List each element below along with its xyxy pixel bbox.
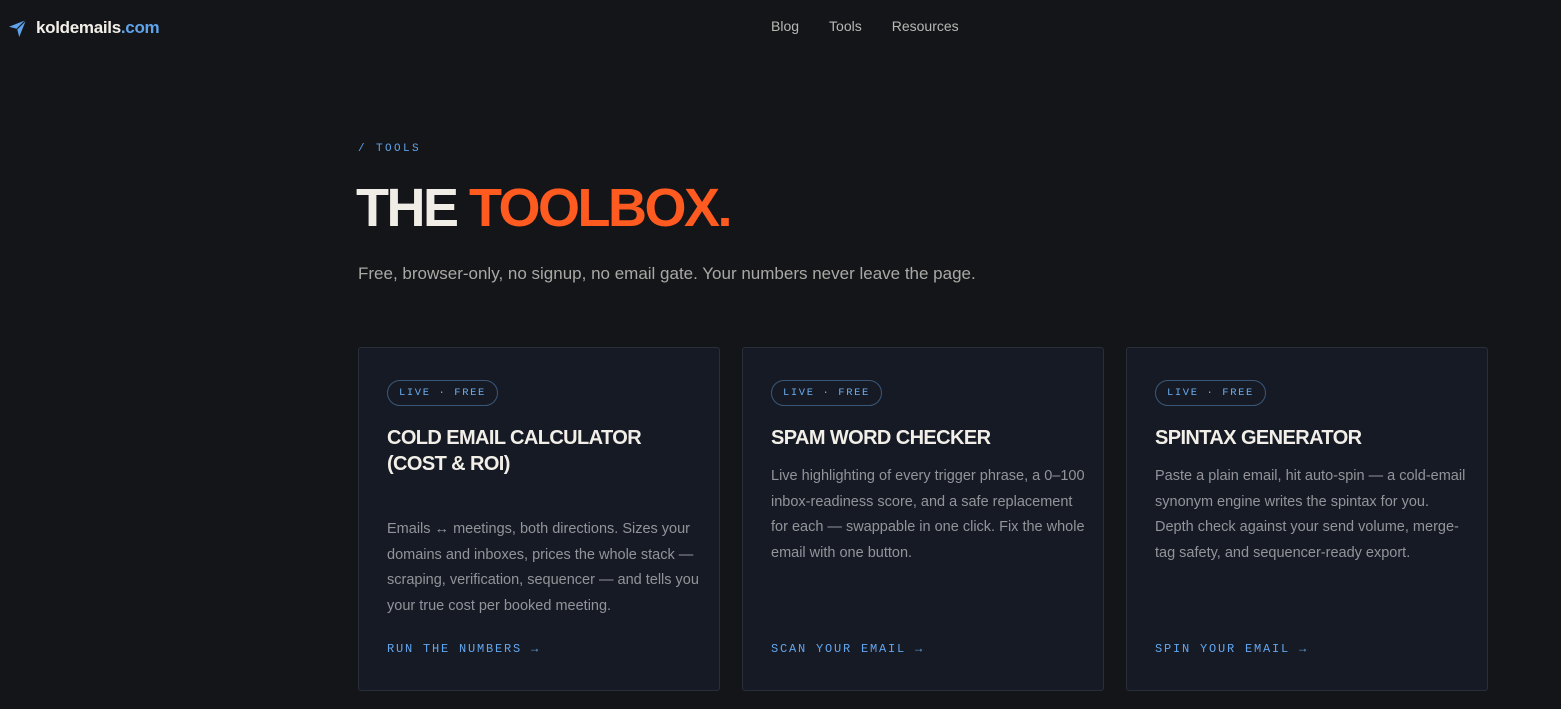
nav-item-blog[interactable]: Blog (771, 18, 799, 34)
card-description: Paste a plain email, hit auto-spin — a c… (1155, 468, 1466, 561)
card-description: Live highlighting of every trigger phras… (771, 468, 1085, 561)
page-title: THE TOOLBOX. (356, 178, 733, 238)
page-title-part1: THE (356, 178, 459, 238)
status-badge: LIVE · FREE (771, 380, 882, 406)
logo-name: koldemails (36, 18, 121, 37)
tool-card-cold-email-calculator[interactable]: LIVE · FREE COLD EMAIL CALCULATOR (COST … (358, 347, 720, 691)
main-nav: Blog Tools Resources (771, 18, 959, 34)
logo-text: koldemails.com (36, 18, 160, 38)
logo-tld: .com (120, 18, 160, 37)
tool-card-spam-word-checker[interactable]: LIVE · FREE SPAM WORD CHECKER Live highl… (742, 347, 1104, 691)
nav-item-resources[interactable]: Resources (892, 18, 959, 34)
tool-card-spintax-generator[interactable]: LIVE · FREE SPINTAX GENERATOR Paste a pl… (1126, 347, 1488, 691)
spin-your-email-link[interactable]: SPIN YOUR EMAIL → (1155, 642, 1308, 656)
card-title: COLD EMAIL CALCULATOR (COST & ROI) (387, 427, 642, 475)
paper-plane-icon (8, 19, 27, 37)
run-the-numbers-link[interactable]: RUN THE NUMBERS → (387, 642, 540, 656)
card-description: Emails ↔ meetings, both directions. Size… (387, 521, 699, 614)
logo-link[interactable]: koldemails.com (8, 16, 160, 40)
scan-your-email-link[interactable]: SCAN YOUR EMAIL → (771, 642, 924, 656)
status-badge: LIVE · FREE (1155, 380, 1266, 406)
section-eyebrow: / TOOLS (358, 143, 422, 155)
nav-item-tools[interactable]: Tools (829, 18, 862, 34)
card-title: SPAM WORD CHECKER (771, 427, 991, 449)
card-title: SPINTAX GENERATOR (1155, 427, 1362, 449)
page-subtitle: Free, browser-only, no signup, no email … (358, 264, 976, 283)
page-title-part2: TOOLBOX. (469, 178, 733, 238)
status-badge: LIVE · FREE (387, 380, 498, 406)
top-navigation: koldemails.com Blog Tools Resources (0, 0, 1561, 56)
